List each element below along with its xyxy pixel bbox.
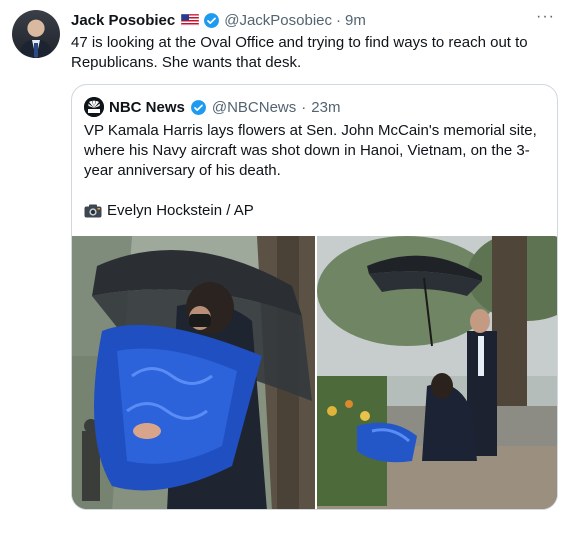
camera-icon [84, 204, 102, 218]
quoted-author-handle[interactable]: @NBCNews [212, 99, 296, 116]
author-handle[interactable]: @JackPosobiec [224, 12, 332, 29]
photo-harris-with-umbrella[interactable] [72, 236, 315, 509]
nbc-peacock-logo-icon[interactable] [84, 97, 104, 117]
quoted-tweet-header: NBC News @NBCNews · 23m [84, 97, 340, 117]
photo-right-image [317, 236, 557, 509]
tweet-header: Jack Posobiec @JackPosobiec · 9m [71, 10, 366, 30]
author-avatar[interactable] [12, 10, 60, 58]
verified-badge-icon [204, 12, 220, 28]
avatar-tie [34, 43, 38, 57]
photo-grid [72, 236, 557, 509]
author-name[interactable]: Jack Posobiec [71, 12, 175, 29]
photo-left-image [72, 236, 315, 509]
us-flag-icon [181, 14, 200, 26]
separator-dot: · [301, 98, 307, 116]
photo-credit: Evelyn Hockstein / AP [84, 201, 254, 221]
quoted-tweet-text: VP Kamala Harris lays flowers at Sen. Jo… [84, 122, 537, 179]
quoted-tweet-card[interactable]: NBC News @NBCNews · 23m VP Kamala Harris… [71, 84, 558, 510]
quoted-tweet-timestamp[interactable]: 23m [311, 99, 340, 116]
tweet-timestamp[interactable]: 9m [345, 12, 366, 29]
quoted-author-name[interactable]: NBC News [109, 99, 185, 116]
verified-badge-icon [190, 99, 206, 115]
more-options-icon[interactable]: ··· [536, 8, 555, 26]
photo-credit-text: Evelyn Hockstein / AP [107, 202, 254, 219]
separator-dot: · [336, 11, 342, 29]
photo-harris-kneeling-at-memorial[interactable] [317, 236, 557, 509]
tweet-text: 47 is looking at the Oval Office and try… [71, 34, 528, 71]
